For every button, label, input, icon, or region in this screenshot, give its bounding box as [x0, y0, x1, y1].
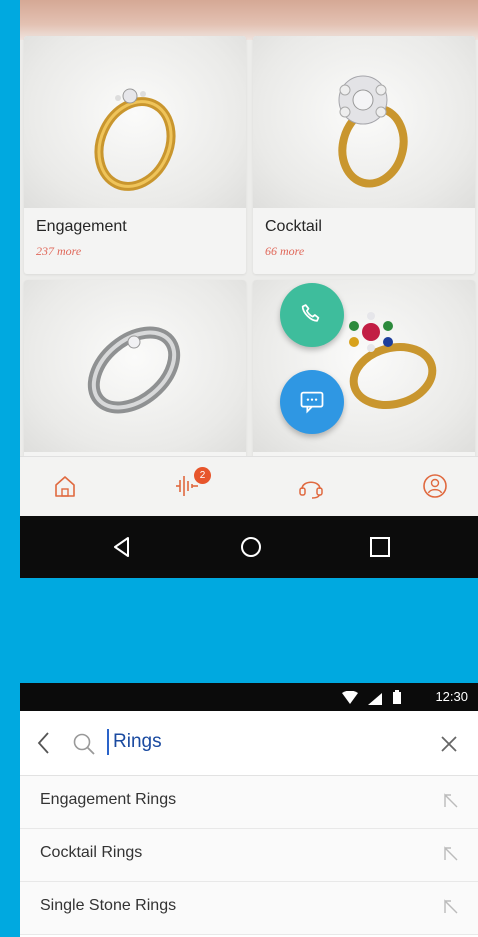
category-title: Cocktail [265, 218, 322, 235]
suggestion-item[interactable]: Cocktail Rings [20, 829, 478, 882]
home-circle-icon[interactable] [239, 535, 263, 564]
silver-ring-image [24, 280, 246, 452]
search-screen: 12:30 Rings Engagement Rings Cocktail Ri… [20, 683, 478, 937]
category-screen: Engagement 237 more Cocktail 66 more 2 [20, 0, 478, 578]
battery-icon [393, 690, 401, 709]
suggestion-label: Engagement Rings [40, 791, 177, 808]
category-grid: Engagement 237 more Cocktail 66 more [24, 36, 476, 518]
category-title: Engagement [36, 218, 127, 235]
fill-query-icon[interactable] [442, 792, 460, 810]
category-card-cocktail[interactable]: Cocktail 66 more [253, 36, 475, 274]
system-navigation-bar [20, 516, 478, 578]
category-count: 237 more [36, 244, 82, 258]
fill-query-icon[interactable] [442, 898, 460, 916]
category-card-engagement[interactable]: Engagement 237 more [24, 36, 246, 274]
category-count: 66 more [265, 244, 305, 258]
engagement-ring-image [24, 36, 246, 208]
back-arrow-icon[interactable] [36, 731, 52, 760]
suggestion-item[interactable]: Single Stone Rings [20, 882, 478, 935]
back-icon[interactable] [110, 535, 134, 564]
search-bar: Rings [20, 711, 478, 776]
search-icon [72, 732, 96, 761]
notification-badge: 2 [194, 467, 211, 484]
wifi-icon [342, 690, 358, 709]
call-button[interactable] [280, 283, 344, 347]
chat-button[interactable] [280, 370, 344, 434]
fill-query-icon[interactable] [442, 845, 460, 863]
signal-icon [368, 692, 382, 710]
close-icon[interactable] [440, 735, 458, 758]
status-time: 12:30 [435, 689, 468, 704]
cocktail-ring-image [253, 36, 475, 208]
profile-icon[interactable] [420, 471, 450, 501]
recents-icon[interactable] [368, 535, 392, 564]
bottom-navigation: 2 [20, 456, 478, 517]
equalizer-icon[interactable]: 2 [172, 467, 211, 501]
status-bar: 12:30 [20, 683, 478, 711]
suggestion-label: Cocktail Rings [40, 844, 143, 861]
suggestion-label: Single Stone Rings [40, 897, 177, 914]
search-input[interactable]: Rings [107, 729, 162, 755]
headset-icon[interactable] [296, 471, 326, 501]
banner-image [20, 0, 478, 40]
suggestion-item[interactable]: Engagement Rings [20, 776, 478, 829]
home-icon[interactable] [50, 471, 80, 501]
